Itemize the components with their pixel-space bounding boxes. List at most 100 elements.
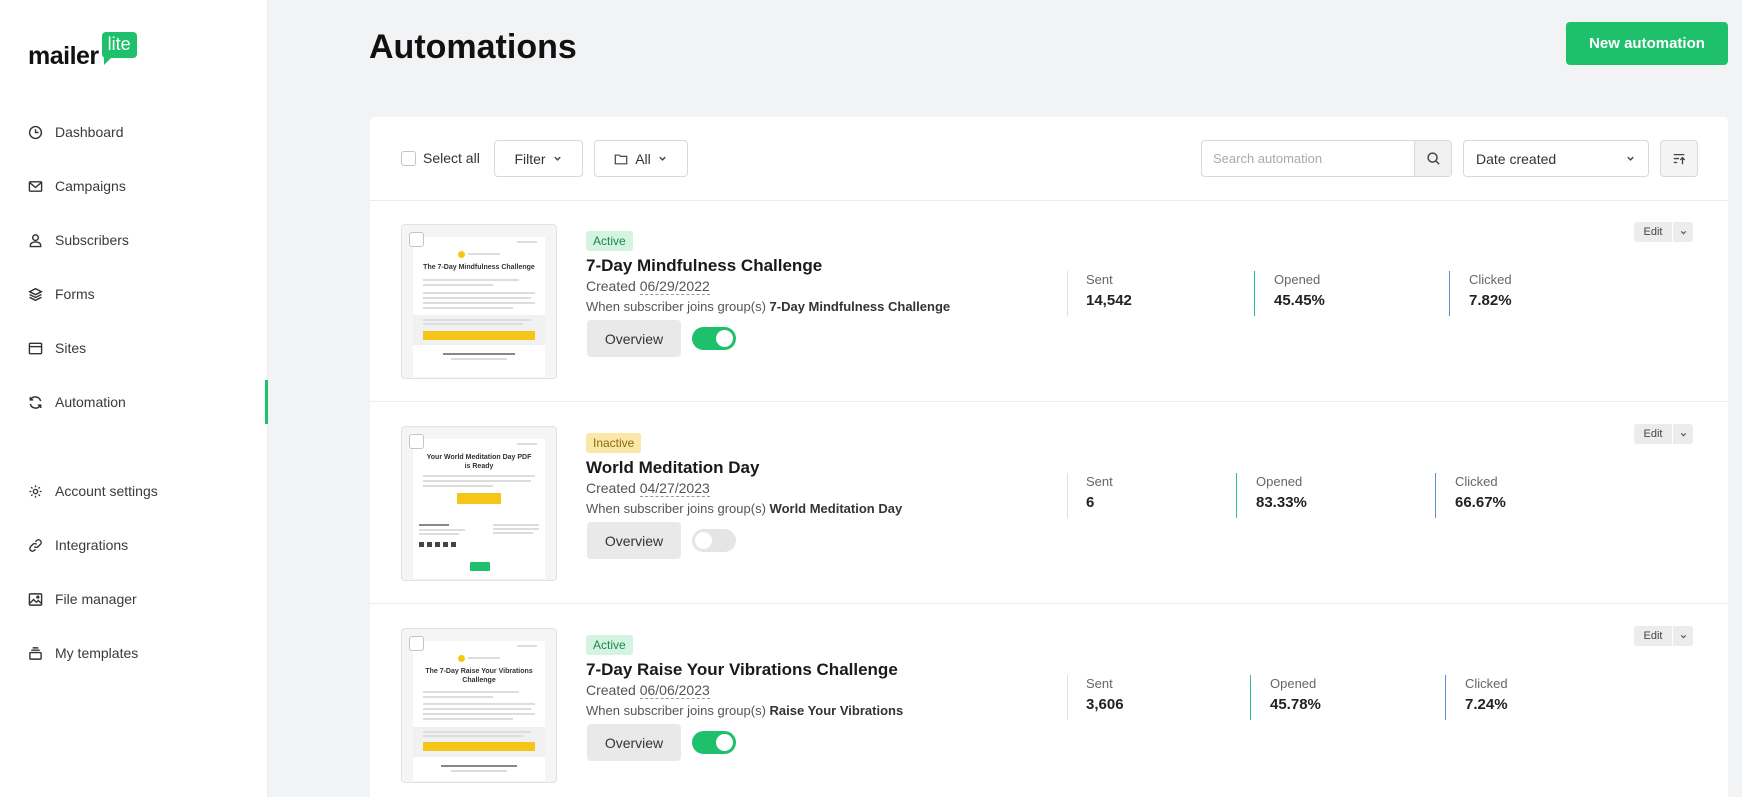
trigger-group: Raise Your Vibrations bbox=[769, 703, 904, 718]
active-indicator bbox=[265, 380, 268, 424]
created-date: Created 06/06/2023 bbox=[586, 682, 710, 699]
overview-button[interactable]: Overview bbox=[587, 724, 681, 761]
mailerlite-logo[interactable]: mailer lite bbox=[28, 32, 137, 71]
edit-menu-button[interactable] bbox=[1673, 222, 1693, 242]
automation-title[interactable]: 7-Day Raise Your Vibrations Challenge bbox=[586, 660, 898, 680]
clicked-divider bbox=[1435, 473, 1436, 518]
sort-select[interactable]: Date created bbox=[1463, 140, 1649, 177]
sidebar-item-label: My templates bbox=[55, 645, 139, 661]
trigger-description: When subscriber joins group(s) World Med… bbox=[586, 501, 902, 516]
browser-icon bbox=[28, 342, 43, 354]
sidebar-item-label: Account settings bbox=[55, 483, 158, 499]
edit-button[interactable]: Edit bbox=[1634, 626, 1672, 646]
edit-button[interactable]: Edit bbox=[1634, 424, 1672, 444]
search-input[interactable] bbox=[1202, 141, 1414, 176]
refresh-icon bbox=[29, 395, 42, 409]
new-automation-button[interactable]: New automation bbox=[1566, 22, 1728, 65]
sidebar-item-label: Forms bbox=[55, 286, 95, 302]
sidebar-item-file-manager[interactable]: File manager bbox=[28, 589, 137, 609]
status-badge: Inactive bbox=[586, 433, 642, 453]
thumbnail-cta bbox=[423, 742, 535, 751]
sidebar-item-account-settings[interactable]: Account settings bbox=[28, 481, 158, 501]
email-thumbnail[interactable]: The 7-Day Raise Your Vibrations Challeng… bbox=[401, 628, 557, 783]
sent-label: Sent bbox=[1086, 676, 1113, 691]
select-all[interactable]: Select all bbox=[401, 150, 480, 166]
select-all-checkbox[interactable] bbox=[401, 150, 416, 166]
opened-label: Opened bbox=[1256, 474, 1303, 489]
edit-group: Edit bbox=[1634, 424, 1693, 444]
logo-badge: lite bbox=[101, 32, 137, 65]
sidebar-item-label: Dashboard bbox=[55, 124, 124, 140]
chevron-down-icon bbox=[1680, 432, 1686, 436]
sidebar-item-label: File manager bbox=[55, 591, 137, 607]
sidebar-item-forms[interactable]: Forms bbox=[28, 284, 95, 304]
clock-icon bbox=[28, 125, 43, 139]
sidebar-item-label: Campaigns bbox=[55, 178, 126, 194]
chevron-down-icon bbox=[1680, 230, 1686, 234]
clicked-value: 7.82% bbox=[1469, 292, 1512, 309]
toggle-knob bbox=[695, 532, 712, 549]
automation-title[interactable]: 7-Day Mindfulness Challenge bbox=[586, 256, 822, 276]
sidebar-item-dashboard[interactable]: Dashboard bbox=[28, 122, 124, 142]
edit-menu-button[interactable] bbox=[1673, 424, 1693, 444]
sidebar-item-label: Automation bbox=[55, 394, 126, 410]
sidebar-item-my-templates[interactable]: My templates bbox=[28, 643, 138, 663]
page-title: Automations bbox=[369, 28, 577, 66]
stat-divider bbox=[1067, 271, 1068, 316]
person-icon bbox=[29, 233, 42, 247]
sent-label: Sent bbox=[1086, 474, 1113, 489]
sent-value: 6 bbox=[1086, 494, 1095, 511]
overview-button[interactable]: Overview bbox=[587, 522, 681, 559]
thumbnail-title: Your World Meditation Day PDF is Ready bbox=[426, 454, 532, 470]
sidebar-item-integrations[interactable]: Integrations bbox=[28, 535, 128, 555]
thumbnail-title: The 7-Day Mindfulness Challenge bbox=[423, 264, 535, 271]
clicked-label: Clicked bbox=[1455, 474, 1498, 489]
folder-dropdown[interactable]: All bbox=[594, 140, 688, 177]
opened-value: 83.33% bbox=[1256, 494, 1307, 511]
search-button[interactable] bbox=[1414, 141, 1451, 176]
clicked-divider bbox=[1449, 271, 1450, 316]
thumbnail-cta bbox=[457, 493, 501, 504]
status-badge: Active bbox=[586, 635, 633, 655]
automation-title[interactable]: World Meditation Day bbox=[586, 458, 759, 478]
created-date: Created 06/29/2022 bbox=[586, 278, 710, 295]
thumbnail-title: The 7-Day Raise Your Vibrations Challeng… bbox=[425, 668, 533, 684]
row-checkbox[interactable] bbox=[409, 636, 424, 651]
status-toggle[interactable] bbox=[692, 529, 736, 552]
folder-label: All bbox=[635, 150, 651, 167]
overview-button[interactable]: Overview bbox=[587, 320, 681, 357]
chevron-down-icon bbox=[1680, 634, 1686, 638]
stat-divider bbox=[1067, 675, 1068, 720]
sidebar-item-campaigns[interactable]: Campaigns bbox=[28, 176, 126, 196]
search-icon bbox=[1426, 152, 1440, 165]
email-thumbnail[interactable]: The 7-Day Mindfulness Challenge bbox=[401, 224, 557, 379]
edit-button[interactable]: Edit bbox=[1634, 222, 1672, 242]
opened-value: 45.78% bbox=[1270, 696, 1321, 713]
chevron-down-icon bbox=[1627, 156, 1634, 161]
image-icon bbox=[28, 592, 43, 606]
sidebar-item-sites[interactable]: Sites bbox=[28, 338, 86, 358]
row-checkbox[interactable] bbox=[409, 232, 424, 247]
row-checkbox[interactable] bbox=[409, 434, 424, 449]
stat-divider bbox=[1067, 473, 1068, 518]
filter-button[interactable]: Filter bbox=[494, 140, 583, 177]
sidebar-item-automation[interactable]: Automation bbox=[28, 392, 126, 412]
sidebar-item-subscribers[interactable]: Subscribers bbox=[28, 230, 129, 250]
created-date-value: 06/29/2022 bbox=[639, 278, 710, 295]
envelope-icon bbox=[28, 180, 43, 192]
thumbnail-preview: Your World Meditation Day PDF is Ready bbox=[413, 439, 545, 579]
created-date-value: 06/06/2023 bbox=[639, 682, 710, 699]
gear-icon bbox=[29, 484, 42, 498]
sort-direction-button[interactable] bbox=[1660, 140, 1698, 177]
clicked-divider bbox=[1445, 675, 1446, 720]
edit-menu-button[interactable] bbox=[1673, 626, 1693, 646]
search-box bbox=[1201, 140, 1452, 177]
created-label: Created bbox=[586, 682, 636, 698]
email-thumbnail[interactable]: Your World Meditation Day PDF is Ready bbox=[401, 426, 557, 581]
toggle-knob bbox=[716, 330, 733, 347]
status-toggle[interactable] bbox=[692, 327, 736, 350]
trigger-description: When subscriber joins group(s) 7-Day Min… bbox=[586, 299, 950, 314]
filter-label: Filter bbox=[514, 150, 546, 167]
opened-label: Opened bbox=[1270, 676, 1317, 691]
status-toggle[interactable] bbox=[692, 731, 736, 754]
